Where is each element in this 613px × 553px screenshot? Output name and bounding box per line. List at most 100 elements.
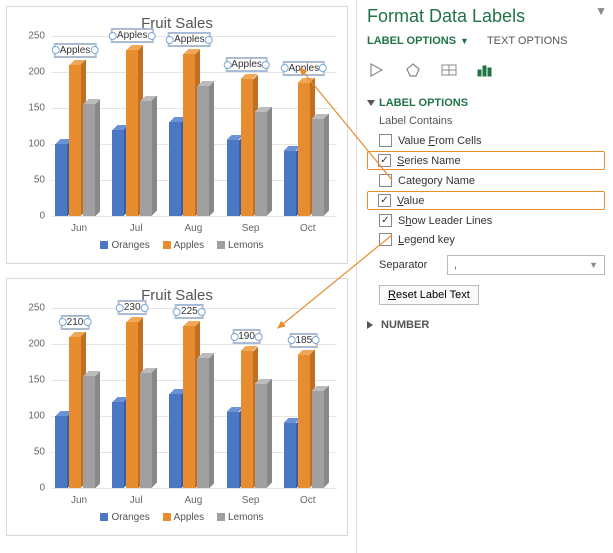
chart-title: Fruit Sales (7, 7, 347, 36)
checkbox-icon: ✓ (378, 194, 391, 207)
legend-label: Oranges (111, 512, 149, 523)
checkbox-value[interactable]: ✓Value (367, 191, 605, 210)
y-tick: 200 (28, 67, 45, 78)
bar-oranges[interactable] (169, 122, 181, 216)
format-pane: ▼ Format Data Labels LABEL OPTIONS▼ TEXT… (356, 0, 613, 553)
bar-lemons[interactable] (83, 376, 95, 488)
close-icon[interactable]: ▼ (595, 4, 607, 18)
data-label[interactable]: 190 (233, 330, 260, 343)
bar-apples[interactable] (298, 83, 310, 216)
checkbox-category-name[interactable]: Category Name (367, 171, 605, 190)
bar-lemons[interactable] (83, 104, 95, 216)
bar-apples[interactable] (241, 79, 253, 216)
bar-oranges[interactable] (55, 144, 67, 216)
data-label[interactable]: 230 (119, 301, 146, 314)
bar-apples[interactable] (183, 54, 195, 216)
bar-oranges[interactable] (284, 423, 296, 488)
tab-label-options[interactable]: LABEL OPTIONS▼ (367, 35, 469, 47)
bar-oranges[interactable] (55, 416, 67, 488)
y-tick: 50 (34, 175, 45, 186)
bar-lemons[interactable] (255, 384, 267, 488)
bar-lemons[interactable] (312, 391, 324, 488)
x-tick: Aug (165, 223, 221, 234)
bar-oranges[interactable] (284, 151, 296, 216)
bar-lemons[interactable] (140, 373, 152, 488)
y-tick: 0 (39, 211, 45, 222)
checkbox-icon (379, 174, 392, 187)
chevron-down-icon (367, 100, 375, 106)
bar-lemons[interactable] (140, 101, 152, 216)
label-options-icon[interactable] (475, 61, 495, 79)
data-label[interactable]: Apples (169, 33, 210, 46)
bar-apples[interactable] (241, 351, 253, 488)
data-label[interactable]: Apples (226, 58, 267, 71)
effects-icon[interactable] (403, 61, 423, 79)
checkbox-legend-key[interactable]: Legend key (367, 230, 605, 249)
separator-row: Separator ,▼ (367, 249, 605, 281)
bar-apples[interactable] (69, 337, 81, 488)
y-tick: 150 (28, 375, 45, 386)
legend-swatch-lemons (217, 513, 225, 521)
checkbox-series-name[interactable]: ✓Series Name (367, 151, 605, 170)
checkbox-icon (379, 134, 392, 147)
bar-oranges[interactable] (169, 394, 181, 488)
data-label[interactable]: 185 (290, 334, 317, 347)
bar-apples[interactable] (126, 50, 138, 216)
bar-oranges[interactable] (112, 402, 124, 488)
y-tick: 250 (28, 31, 45, 42)
bar-apples[interactable] (183, 326, 195, 488)
data-label[interactable]: 210 (62, 316, 89, 329)
legend-swatch-oranges (100, 513, 108, 521)
x-tick: Jul (108, 223, 164, 234)
data-label[interactable]: Apples (112, 29, 153, 42)
legend-label: Lemons (228, 512, 264, 523)
bar-apples[interactable] (126, 322, 138, 488)
tab-text-options[interactable]: TEXT OPTIONS (487, 35, 567, 47)
bar-oranges[interactable] (227, 140, 239, 216)
x-tick: Oct (280, 223, 336, 234)
legend-label: Oranges (111, 240, 149, 251)
chart-1[interactable]: Fruit Sales 050100150200250JunApplesJulA… (6, 6, 348, 264)
checkbox-icon (379, 233, 392, 246)
legend-swatch-apples (163, 513, 171, 521)
y-tick: 50 (34, 447, 45, 458)
x-tick: Jun (51, 223, 107, 234)
bar-lemons[interactable] (197, 86, 209, 216)
bar-oranges[interactable] (112, 130, 124, 216)
y-tick: 250 (28, 303, 45, 314)
chart-2[interactable]: Fruit Sales 050100150200250Jun210Jul230A… (6, 278, 348, 536)
bar-oranges[interactable] (227, 412, 239, 488)
x-tick: Sep (223, 223, 279, 234)
pane-title: Format Data Labels (367, 4, 605, 35)
x-tick: Sep (223, 495, 279, 506)
data-label[interactable]: 225 (176, 305, 203, 318)
bar-lemons[interactable] (255, 112, 267, 216)
legend-swatch-apples (163, 241, 171, 249)
section-number[interactable]: NUMBER (367, 313, 605, 335)
y-tick: 100 (28, 411, 45, 422)
checkbox-value-from-cells[interactable]: Value From Cells (367, 131, 605, 150)
x-tick: Oct (280, 495, 336, 506)
fill-icon[interactable] (367, 61, 387, 79)
legend-swatch-lemons (217, 241, 225, 249)
chart-plot[interactable]: 050100150200250Jun210Jul230Aug225Sep190O… (51, 308, 337, 488)
bar-lemons[interactable] (312, 119, 324, 216)
legend-label: Apples (174, 512, 205, 523)
size-icon[interactable] (439, 61, 459, 79)
reset-label-text-button[interactable]: Reset Label Text (379, 285, 479, 305)
x-tick: Aug (165, 495, 221, 506)
checkbox-show-leader-lines[interactable]: ✓Show Leader Lines (367, 211, 605, 230)
separator-dropdown[interactable]: ,▼ (447, 255, 605, 275)
bar-apples[interactable] (69, 65, 81, 216)
bar-lemons[interactable] (197, 358, 209, 488)
label-contains-header: Label Contains (367, 113, 605, 131)
chart-plot[interactable]: 050100150200250JunApplesJulApplesAugAppl… (51, 36, 337, 216)
pane-tabs: LABEL OPTIONS▼ TEXT OPTIONS (367, 35, 605, 55)
separator-label: Separator (379, 259, 439, 271)
data-label[interactable]: Apples (284, 62, 325, 75)
x-tick: Jul (108, 495, 164, 506)
bar-apples[interactable] (298, 355, 310, 488)
checkbox-icon: ✓ (378, 154, 391, 167)
data-label[interactable]: Apples (55, 44, 96, 57)
section-label-options[interactable]: LABEL OPTIONS (367, 91, 605, 113)
